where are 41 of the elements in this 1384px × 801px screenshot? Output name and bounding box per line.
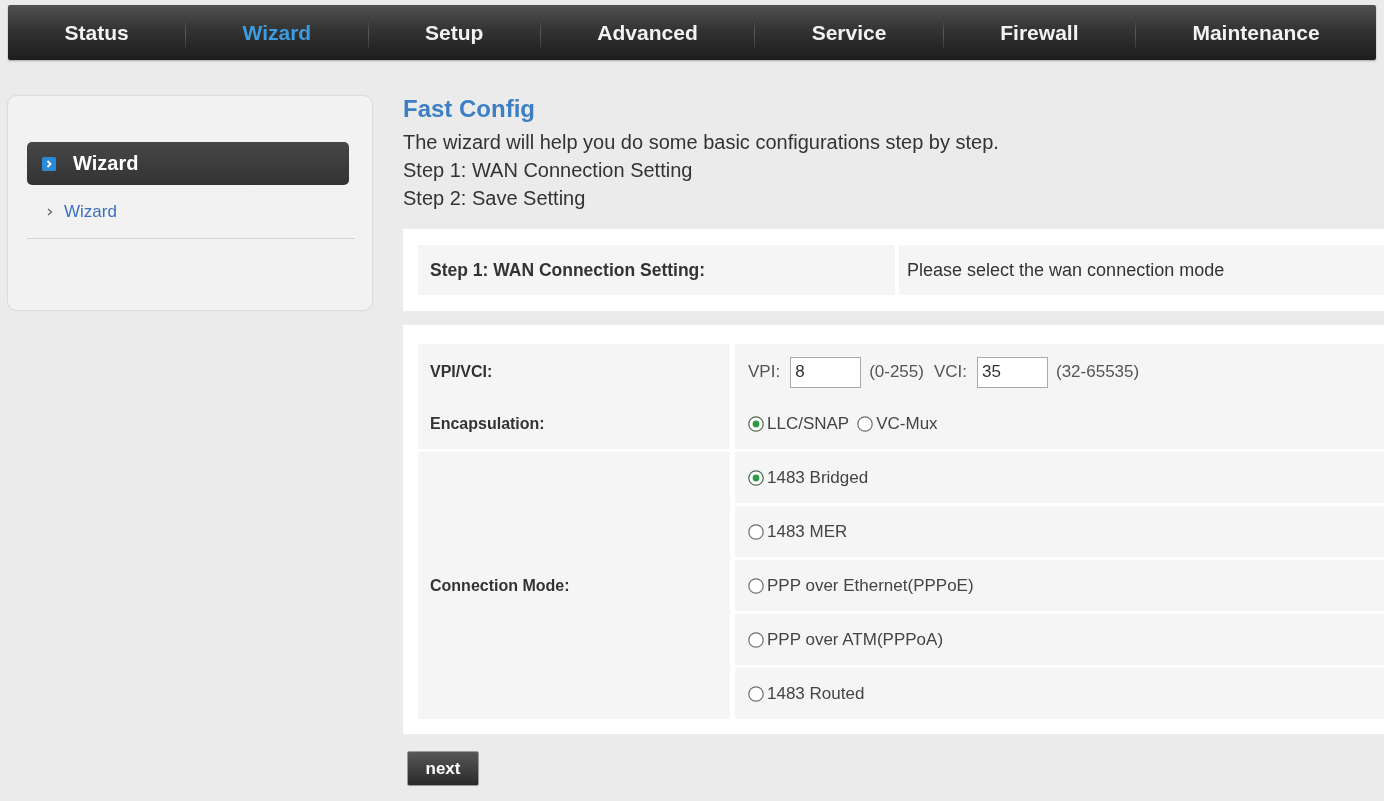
step-hint-cell: Please select the wan connection mode	[899, 245, 1384, 295]
vpi-range-text: (0-255)	[869, 362, 924, 382]
nav-tab[interactable]: Setup	[368, 5, 540, 60]
radio-icon[interactable]	[748, 577, 764, 594]
radio-icon[interactable]	[748, 523, 764, 540]
field-label-cell: VPI/VCI:	[418, 344, 730, 400]
intro-text: The wizard will help you do some basic configurations step by step.	[403, 130, 1000, 155]
vci-label: VCI:	[933, 362, 967, 382]
radio-option[interactable]: 1483 MER	[748, 521, 848, 542]
radio-icon[interactable]	[748, 469, 764, 486]
field-label-cell: Encapsulation:	[418, 398, 730, 449]
intro-text: Step 2: Save Setting	[403, 186, 587, 211]
nav-tab[interactable]: Wizard	[186, 5, 368, 60]
page-title: Fast Config	[403, 95, 536, 123]
radio-option[interactable]: VC-Mux	[857, 413, 938, 434]
next-button[interactable]: next	[407, 751, 479, 786]
vci-input[interactable]: 35	[977, 356, 1048, 388]
radio-option[interactable]: PPP over ATM(PPPoA)	[748, 629, 944, 650]
nav-tab[interactable]: Status	[8, 5, 186, 60]
vpi-input[interactable]: 8	[790, 356, 862, 388]
radio-option[interactable]: PPP over Ethernet(PPPoE)	[748, 575, 974, 596]
radio-icon[interactable]	[748, 631, 764, 648]
chevron-square-icon	[42, 156, 56, 171]
field-label-cell: Connection Mode:	[418, 452, 730, 719]
radio-icon[interactable]	[857, 415, 874, 432]
nav-tab[interactable]: Firewall	[943, 5, 1135, 60]
radio-option[interactable]: 1483 Routed	[748, 683, 865, 704]
intro-text: Step 1: WAN Connection Setting	[403, 158, 694, 183]
chevron-icon	[47, 208, 53, 216]
radio-option[interactable]: LLC/SNAP	[748, 413, 850, 434]
nav-tab[interactable]: Service	[755, 5, 943, 60]
radio-option[interactable]: 1483 Bridged	[748, 467, 869, 488]
vpi-label: VPI:	[748, 362, 781, 382]
radio-icon[interactable]	[748, 415, 764, 432]
sidebar-link[interactable]: Wizard	[64, 202, 117, 222]
nav-tab[interactable]: Advanced	[540, 5, 755, 60]
nav-tab[interactable]: Maintenance	[1135, 5, 1377, 60]
radio-icon[interactable]	[748, 685, 764, 702]
step-label-cell: Step 1: WAN Connection Setting:	[418, 245, 895, 295]
sidebar-menu-header[interactable]: Wizard	[27, 142, 349, 185]
vci-range-text: (32-65535)	[1056, 362, 1140, 382]
